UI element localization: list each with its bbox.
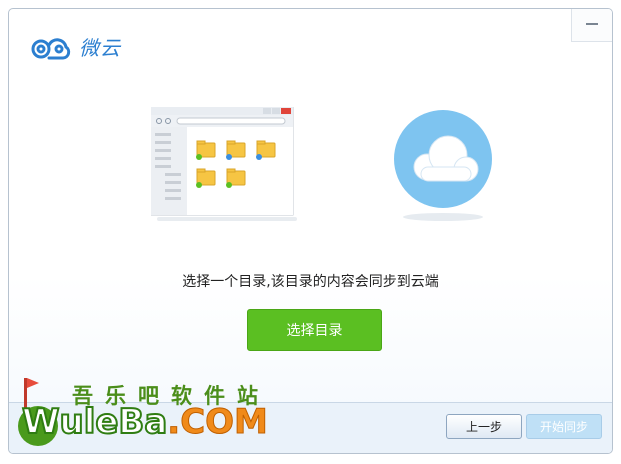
golf-flag-cloth — [27, 378, 39, 388]
minimize-button[interactable] — [571, 9, 612, 42]
weiyun-cloud-logo-icon — [31, 37, 71, 59]
start-sync-button: 开始同步 — [526, 414, 602, 439]
watermark-en-suffix: .COM — [167, 402, 269, 443]
cloud-icon — [394, 110, 492, 221]
watermark-en-main: WuleBa — [21, 401, 168, 443]
cloud-illustration — [393, 107, 493, 231]
app-name: 微云 — [79, 36, 121, 60]
previous-step-button[interactable]: 上一步 — [446, 414, 522, 439]
choose-directory-button[interactable]: 选择目录 — [247, 309, 382, 351]
folder-window-illustration — [150, 106, 301, 231]
sync-prompt-text: 选择一个目录,该目录的内容会同步到云端 — [182, 274, 439, 290]
app-logo: 微云 — [29, 32, 121, 61]
minimize-icon — [586, 23, 598, 25]
watermark-en-text: WuleBa.COM — [21, 401, 269, 443]
watermark-logo: 吾乐吧软件站 WuleBa.COM — [14, 376, 304, 448]
